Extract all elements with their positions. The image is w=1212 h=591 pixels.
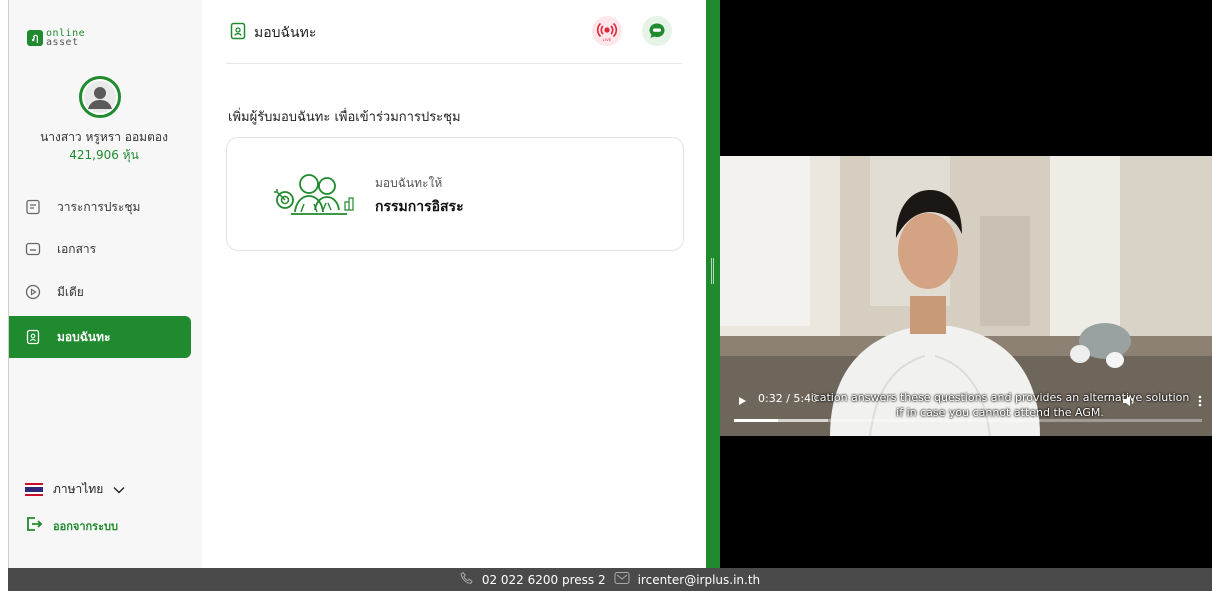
sidebar-item-label: มีเดีย <box>57 284 84 299</box>
chat-bubble-icon <box>649 23 665 38</box>
support-email[interactable]: ircenter@irplus.in.th <box>638 573 761 587</box>
mail-icon <box>614 571 630 588</box>
sidebar-item-label: เอกสาร <box>57 241 97 256</box>
live-button[interactable]: LIVE <box>592 16 622 46</box>
logo-wordmark: online asset <box>46 29 85 48</box>
window-edge <box>0 0 8 591</box>
sidebar-item-label: มอบฉันทะ <box>57 329 111 344</box>
buffer-bar <box>734 419 828 422</box>
independent-director-icon <box>271 172 357 220</box>
play-button[interactable] <box>736 392 748 411</box>
user-avatar-icon <box>84 81 116 113</box>
live-broadcast-icon: LIVE <box>596 22 618 42</box>
language-label: ภาษาไทย <box>53 482 104 496</box>
logout-button[interactable]: ออกจากระบบ <box>25 515 118 536</box>
logout-icon <box>25 515 43 536</box>
contact-footer: 02 022 6200 press 2 ircenter@irplus.in.t… <box>8 568 1212 591</box>
video-panel: 0:32 / 5:40 ication answers these questi… <box>720 0 1212 568</box>
proxy-card-subtitle: มอบฉันทะให้ <box>375 176 443 190</box>
grip-icon <box>711 258 714 284</box>
phone-icon <box>460 571 474 588</box>
page-header: มอบฉันทะ LIVE <box>226 16 682 64</box>
logout-label: ออกจากระบบ <box>53 519 118 533</box>
folder-icon <box>25 241 41 257</box>
section-title: เพิ่มผู้รับมอบฉันทะ เพื่อเข้าร่วมการประช… <box>228 110 461 125</box>
user-name: นางสาว หรูหรา ออมตอง <box>40 130 168 144</box>
volume-button[interactable] <box>1122 392 1136 411</box>
proxy-doc-icon <box>230 22 246 44</box>
support-phone[interactable]: 02 022 6200 press 2 <box>482 573 606 587</box>
panel-resize-handle[interactable] <box>706 0 720 568</box>
logo-mark-icon: ฦ <box>27 30 43 46</box>
video-progress-bar[interactable] <box>734 419 1202 422</box>
agenda-icon <box>25 199 41 215</box>
sidebar-item-media[interactable]: มีเดีย <box>9 271 191 313</box>
proxy-option-card[interactable]: มอบฉันทะให้ กรรมการอิสระ <box>226 137 684 251</box>
sidebar-item-documents[interactable]: เอกสาร <box>9 228 191 270</box>
avatar[interactable] <box>79 76 121 118</box>
user-shares: 421,906 หุ้น <box>69 148 139 162</box>
svg-text:LIVE: LIVE <box>603 37 612 42</box>
chat-button[interactable] <box>642 16 672 46</box>
sidebar: ฦ online asset นางสาว หรูหรา ออมตอง 421,… <box>8 0 202 568</box>
page-title: มอบฉันทะ <box>254 25 317 41</box>
language-selector[interactable]: ภาษาไทย <box>25 480 125 499</box>
play-circle-icon <box>25 284 41 300</box>
sidebar-item-label: วาระการประชุม <box>57 199 141 214</box>
brand-logo[interactable]: ฦ online asset <box>27 28 85 48</box>
sidebar-item-proxy[interactable]: มอบฉันทะ <box>9 316 191 358</box>
app-window: ฦ online asset นางสาว หรูหรา ออมตอง 421,… <box>0 0 1212 591</box>
more-options-icon[interactable] <box>1198 392 1202 411</box>
thai-flag-icon <box>25 482 43 497</box>
proxy-doc-icon <box>25 329 41 345</box>
chevron-down-icon <box>113 483 125 497</box>
video-player[interactable]: 0:32 / 5:40 ication answers these questi… <box>720 156 1212 436</box>
logo-line2: asset <box>46 37 79 48</box>
sidebar-item-agenda[interactable]: วาระการประชุม <box>9 186 191 228</box>
main-panel: มอบฉันทะ LIVE เพิ่มผู้รับมอบฉันทะ เพื่อเ… <box>202 0 706 568</box>
proxy-card-name: กรรมการอิสระ <box>375 199 464 215</box>
